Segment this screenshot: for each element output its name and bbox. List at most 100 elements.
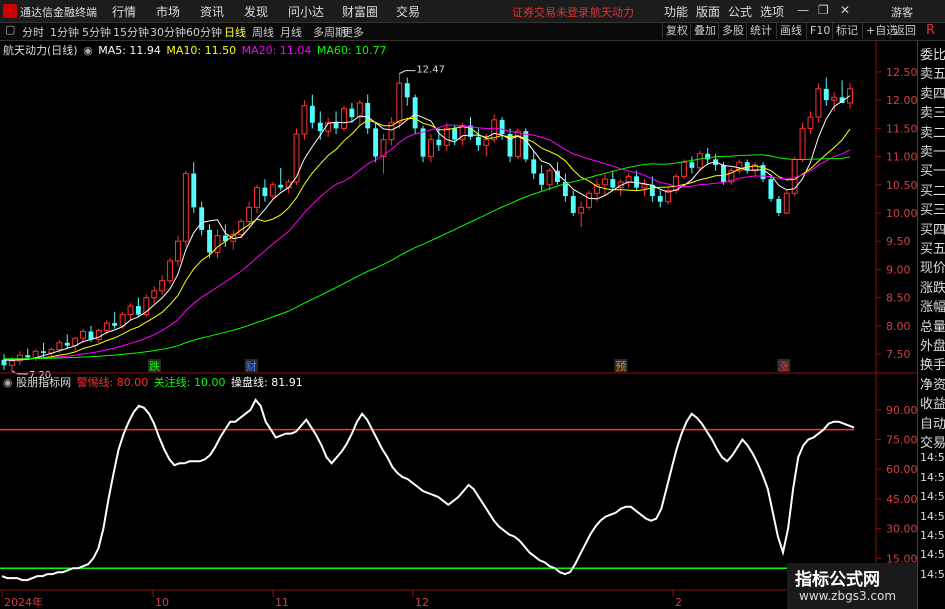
menu-layout[interactable]: 版面 bbox=[696, 3, 720, 20]
close-icon[interactable]: ✕ bbox=[840, 3, 850, 17]
sidebar-item-19[interactable]: 净资 bbox=[920, 374, 945, 393]
menu-function[interactable]: 功能 bbox=[664, 3, 688, 20]
candle-17 bbox=[127, 303, 134, 321]
sidebar-item-9[interactable]: 买二 bbox=[920, 180, 945, 199]
sidebar-item-28[interactable]: 14:56 bbox=[920, 548, 945, 561]
candle-body-16 bbox=[119, 314, 126, 327]
toolbar-btn-2[interactable]: 叠加 bbox=[690, 23, 719, 39]
menu-trade[interactable]: 交易 bbox=[396, 3, 420, 20]
sidebar-item-24[interactable]: 14:56 bbox=[920, 471, 945, 484]
ind-tick-label-6: 90.00 bbox=[886, 404, 917, 417]
sidebar-item-23[interactable]: 14:56 bbox=[920, 451, 945, 464]
toolbar-btn-6[interactable]: F10 bbox=[806, 23, 833, 39]
candle-body-17 bbox=[127, 305, 134, 316]
toolbar-btn-9[interactable]: 返回 bbox=[890, 23, 919, 39]
menu-ask[interactable]: 问小达 bbox=[288, 3, 324, 20]
sidebar-item-11[interactable]: 买四 bbox=[920, 219, 945, 238]
candle-body-15 bbox=[112, 323, 118, 326]
candle-body-73 bbox=[570, 196, 576, 213]
candle-80 bbox=[625, 173, 632, 188]
candle-88 bbox=[689, 156, 695, 174]
sidebar-item-3[interactable]: 卖五 bbox=[920, 63, 945, 82]
sidebar-item-10[interactable]: 买三 bbox=[920, 199, 945, 218]
candle-68 bbox=[531, 150, 537, 180]
sidebar-item-13[interactable]: 现价 bbox=[920, 257, 945, 276]
sidebar-item-16[interactable]: 总量 bbox=[920, 316, 945, 335]
sidebar-item-15[interactable]: 涨幅 bbox=[920, 296, 945, 315]
toolbar-btn-3[interactable]: 多股 bbox=[718, 23, 747, 39]
candle-104 bbox=[815, 83, 822, 123]
candle-body-40 bbox=[309, 105, 315, 123]
sidebar-item-21[interactable]: 自动 bbox=[920, 413, 945, 432]
candle-79 bbox=[617, 179, 624, 197]
ma-line-5 bbox=[3, 95, 851, 361]
candle-4 bbox=[25, 348, 31, 360]
ma-line-10 bbox=[3, 118, 851, 361]
menu-wealth-circle[interactable]: 财富圈 bbox=[342, 3, 378, 20]
candle-93 bbox=[728, 167, 735, 185]
period-3[interactable]: 5分钟 bbox=[82, 24, 111, 40]
candle-body-80 bbox=[625, 175, 632, 183]
candle-72 bbox=[562, 173, 568, 202]
sidebar-item-26[interactable]: 14:56 bbox=[920, 510, 945, 523]
menu-news[interactable]: 资讯 bbox=[200, 3, 224, 20]
period-2[interactable]: 1分钟 bbox=[50, 24, 79, 40]
price-tick-label-3: 8.50 bbox=[886, 292, 911, 305]
sidebar-item-4[interactable]: 卖四 bbox=[920, 83, 945, 102]
period-4[interactable]: 15分钟 bbox=[113, 24, 149, 40]
candle-78 bbox=[610, 170, 616, 191]
sidebar-item-29[interactable]: 14:56 bbox=[920, 568, 945, 581]
period-7[interactable]: 日线 bbox=[224, 24, 246, 40]
menu-hangqing[interactable]: 行情 bbox=[112, 3, 136, 20]
sidebar-item-8[interactable]: 买一 bbox=[920, 160, 945, 179]
toolbar-btn-4[interactable]: 统计 bbox=[746, 23, 775, 39]
toolbar-btn-7[interactable]: 标记 bbox=[832, 23, 861, 39]
chart-canvas[interactable]: 12.47 7.20 跌 财 预 涨 7.50 8.00 8.50 9.00 9.50 10.00 1… bbox=[0, 41, 917, 609]
candle-47 bbox=[365, 94, 371, 134]
candle-body-20 bbox=[151, 290, 158, 299]
sidebar-item-1[interactable]: R bbox=[926, 23, 935, 38]
period-5[interactable]: 30分钟 bbox=[150, 24, 186, 40]
sidebar-item-27[interactable]: 14:56 bbox=[920, 529, 945, 542]
menu-options[interactable]: 选项 bbox=[760, 3, 784, 20]
sidebar-item-5[interactable]: 卖三 bbox=[920, 102, 945, 121]
period-11[interactable]: 更多 bbox=[342, 24, 364, 40]
sidebar-item-25[interactable]: 14:56 bbox=[920, 490, 945, 503]
price-tick-label-5: 9.50 bbox=[886, 235, 911, 248]
candle-61 bbox=[475, 128, 481, 151]
app-logo-icon bbox=[3, 4, 17, 18]
sidebar-item-6[interactable]: 卖二 bbox=[920, 122, 945, 141]
candle-89 bbox=[696, 150, 703, 171]
period-9[interactable]: 月线 bbox=[280, 24, 302, 40]
candle-34 bbox=[262, 179, 268, 202]
candle-body-56 bbox=[436, 139, 442, 146]
time-tick-label-3: 11 bbox=[275, 596, 289, 609]
candle-99 bbox=[776, 196, 782, 216]
minimize-icon[interactable]: — bbox=[797, 3, 809, 17]
sidebar-item-14[interactable]: 涨跌 bbox=[920, 277, 945, 296]
sidebar-item-20[interactable]: 收益 bbox=[920, 393, 945, 412]
candle-70 bbox=[546, 167, 553, 191]
restore-icon[interactable]: ❐ bbox=[818, 3, 829, 17]
period-1[interactable]: 分时 bbox=[22, 24, 44, 40]
period-6[interactable]: 60分钟 bbox=[186, 24, 222, 40]
menu-formula[interactable]: 公式 bbox=[728, 3, 752, 20]
sidebar-item-7[interactable]: 卖一 bbox=[920, 141, 945, 160]
sidebar-item-12[interactable]: 买五 bbox=[920, 238, 945, 257]
ind-tick-label-4: 60.00 bbox=[886, 463, 917, 476]
period-8[interactable]: 周线 bbox=[252, 24, 274, 40]
candle-22 bbox=[167, 258, 173, 284]
menu-discover[interactable]: 发现 bbox=[244, 3, 268, 20]
toolbar-btn-1[interactable]: 复权 bbox=[662, 23, 691, 39]
sidebar-item-17[interactable]: 外盘 bbox=[920, 335, 945, 354]
toolbar-btn-5[interactable]: 画线 bbox=[776, 23, 805, 39]
sidebar-item-2[interactable]: 委比 bbox=[920, 44, 945, 63]
guest-label[interactable]: 游客 bbox=[891, 4, 913, 20]
sidebar-item-22[interactable]: 交易 bbox=[920, 432, 945, 451]
menu-market[interactable]: 市场 bbox=[156, 3, 180, 20]
toolbar-frame-icon[interactable]: ▢ bbox=[5, 23, 15, 36]
trade-login-warning[interactable]: 证券交易未登录 bbox=[512, 4, 589, 20]
candle-body-75 bbox=[586, 192, 593, 208]
sidebar-item-18[interactable]: 换手 bbox=[920, 354, 945, 373]
candle-67 bbox=[523, 128, 529, 163]
